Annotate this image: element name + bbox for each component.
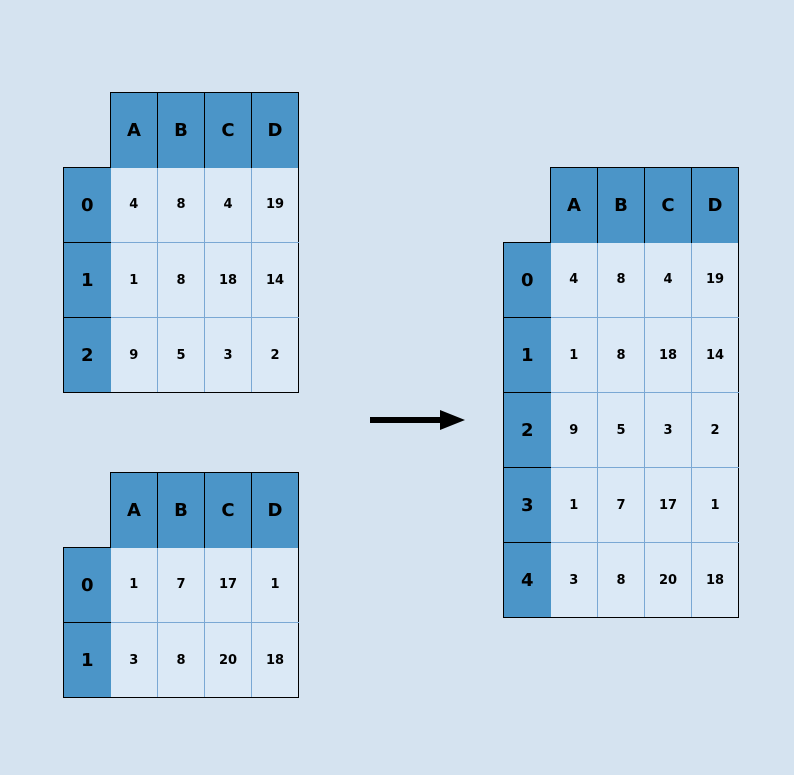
data-cell: 18 <box>205 243 252 318</box>
dataframe-table: A B C D 0 1 7 17 1 1 3 8 20 18 <box>63 472 299 698</box>
data-cell: 3 <box>645 393 692 468</box>
data-cell: 20 <box>645 543 692 618</box>
data-cell: 19 <box>692 243 739 318</box>
col-header: D <box>252 93 299 168</box>
data-cell: 8 <box>158 623 205 698</box>
col-header: A <box>111 93 158 168</box>
row-index: 2 <box>504 393 551 468</box>
col-header: C <box>205 93 252 168</box>
data-cell: 3 <box>551 543 598 618</box>
data-cell: 7 <box>158 548 205 623</box>
data-cell: 1 <box>111 243 158 318</box>
arrow-icon <box>370 410 465 430</box>
col-header: C <box>205 473 252 548</box>
data-cell: 8 <box>598 243 645 318</box>
data-cell: 18 <box>645 318 692 393</box>
col-header: C <box>645 168 692 243</box>
row-index: 3 <box>504 468 551 543</box>
data-cell: 4 <box>111 168 158 243</box>
data-cell: 8 <box>598 543 645 618</box>
data-cell: 4 <box>645 243 692 318</box>
row-index: 4 <box>504 543 551 618</box>
data-cell: 2 <box>252 318 299 393</box>
col-header: A <box>111 473 158 548</box>
col-header: D <box>692 168 739 243</box>
row-index: 2 <box>64 318 111 393</box>
row-index: 1 <box>64 243 111 318</box>
data-cell: 4 <box>205 168 252 243</box>
col-header: B <box>158 93 205 168</box>
col-header: B <box>158 473 205 548</box>
data-cell: 17 <box>645 468 692 543</box>
data-cell: 9 <box>111 318 158 393</box>
row-index: 0 <box>64 548 111 623</box>
data-cell: 14 <box>692 318 739 393</box>
data-cell: 14 <box>252 243 299 318</box>
row-index: 0 <box>64 168 111 243</box>
data-cell: 20 <box>205 623 252 698</box>
table-bottom-left: A B C D 0 1 7 17 1 1 3 8 20 18 <box>63 472 299 698</box>
data-cell: 18 <box>252 623 299 698</box>
data-cell: 2 <box>692 393 739 468</box>
data-cell: 1 <box>551 468 598 543</box>
data-cell: 17 <box>205 548 252 623</box>
data-cell: 5 <box>158 318 205 393</box>
table-top-left: A B C D 0 4 8 4 19 1 1 8 18 14 2 9 5 3 2 <box>63 92 299 393</box>
data-cell: 1 <box>692 468 739 543</box>
col-header: B <box>598 168 645 243</box>
data-cell: 4 <box>551 243 598 318</box>
data-cell: 18 <box>692 543 739 618</box>
data-cell: 8 <box>158 243 205 318</box>
data-cell: 9 <box>551 393 598 468</box>
row-index: 0 <box>504 243 551 318</box>
corner-cell <box>504 168 551 243</box>
data-cell: 7 <box>598 468 645 543</box>
data-cell: 3 <box>205 318 252 393</box>
data-cell: 5 <box>598 393 645 468</box>
row-index: 1 <box>504 318 551 393</box>
data-cell: 19 <box>252 168 299 243</box>
data-cell: 8 <box>598 318 645 393</box>
corner-cell <box>64 473 111 548</box>
table-right: A B C D 0 4 8 4 19 1 1 8 18 14 2 9 5 3 2… <box>503 167 739 618</box>
col-header: A <box>551 168 598 243</box>
data-cell: 8 <box>158 168 205 243</box>
corner-cell <box>64 93 111 168</box>
dataframe-table: A B C D 0 4 8 4 19 1 1 8 18 14 2 9 5 3 2 <box>63 92 299 393</box>
col-header: D <box>252 473 299 548</box>
data-cell: 1 <box>252 548 299 623</box>
data-cell: 3 <box>111 623 158 698</box>
data-cell: 1 <box>111 548 158 623</box>
row-index: 1 <box>64 623 111 698</box>
dataframe-table: A B C D 0 4 8 4 19 1 1 8 18 14 2 9 5 3 2… <box>503 167 739 618</box>
data-cell: 1 <box>551 318 598 393</box>
